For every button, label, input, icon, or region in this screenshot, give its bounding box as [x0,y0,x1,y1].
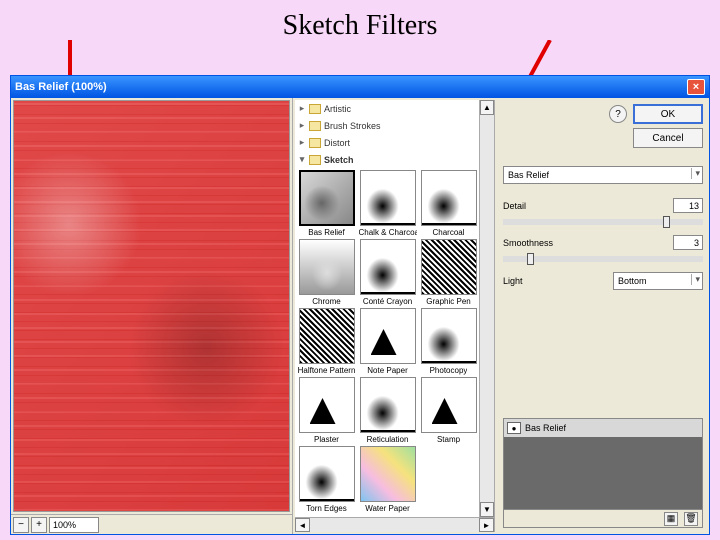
thumbnail-grid: Bas Relief Chalk & Charcoal Charcoal Chrome… [295,168,494,517]
zoom-value[interactable]: 100% [49,517,99,533]
thumb-image [299,377,355,433]
help-button[interactable]: ? [609,105,627,123]
thumb-torn-edges[interactable]: Torn Edges [297,446,356,513]
category-brush-strokes[interactable]: ▸ Brush Strokes [295,117,494,134]
folder-icon [309,155,321,165]
filter-dialog: Bas Relief (100%) × − + 100% ▸ Artistic ▸ B… [10,75,710,535]
thumb-stamp[interactable]: Stamp [419,377,478,444]
vertical-scrollbar[interactable]: ▲ ▼ [479,100,494,517]
category-distort[interactable]: ▸ Distort [295,134,494,151]
thumb-charcoal[interactable]: Charcoal [419,170,478,237]
preview-pane: − + 100% [11,98,293,534]
smoothness-input[interactable] [673,235,703,250]
thumb-bas-relief[interactable]: Bas Relief [297,170,356,237]
scroll-up-icon[interactable]: ▲ [480,100,494,115]
thumb-image [299,170,355,226]
disclosure-triangle-icon: ▾ [298,154,306,165]
thumb-image [299,446,355,502]
ok-button[interactable]: OK [633,104,703,124]
category-sketch[interactable]: ▾ Sketch [295,151,494,168]
detail-input[interactable] [673,198,703,213]
slide-title: Sketch Filters [283,10,438,42]
thumb-label: Charcoal [432,228,464,237]
thumb-label: Halftone Pattern [298,366,356,375]
thumb-image [360,239,416,295]
scroll-down-icon[interactable]: ▼ [480,502,494,517]
thumb-label: Plaster [314,435,339,444]
thumb-image [299,308,355,364]
disclosure-triangle-icon: ▸ [298,120,306,131]
category-label: Artistic [324,104,351,114]
filter-gallery: ▸ Artistic ▸ Brush Strokes ▸ Distort ▾ Sketch B… [295,100,495,532]
titlebar[interactable]: Bas Relief (100%) × [11,76,709,98]
cancel-button[interactable]: Cancel [633,128,703,148]
category-label: Brush Strokes [324,121,381,131]
zoom-bar: − + 100% [11,514,292,534]
thumb-note-paper[interactable]: Note Paper [358,308,417,375]
detail-label: Detail [503,201,667,211]
thumb-label: Torn Edges [306,504,346,513]
disclosure-triangle-icon: ▸ [298,137,306,148]
visibility-toggle-icon[interactable]: ● [507,422,521,434]
scroll-left-icon[interactable]: ◄ [295,518,310,532]
layer-name: Bas Relief [525,423,566,433]
smoothness-label: Smoothness [503,238,667,248]
folder-icon [309,121,321,131]
thumb-label: Note Paper [367,366,407,375]
thumb-halftone-pattern[interactable]: Halftone Pattern [297,308,356,375]
thumb-label: Conté Crayon [363,297,412,306]
thumb-photocopy[interactable]: Photocopy [419,308,478,375]
thumb-image [421,239,477,295]
disclosure-triangle-icon: ▸ [298,103,306,114]
thumb-image [421,170,477,226]
preview-image[interactable] [13,100,290,512]
folder-icon [309,104,321,114]
light-select[interactable]: Bottom [613,272,703,290]
thumb-label: Stamp [437,435,460,444]
thumb-image [360,377,416,433]
thumb-label: Bas Relief [308,228,344,237]
category-label: Distort [324,138,350,148]
thumb-image [421,308,477,364]
thumb-image [360,446,416,502]
thumb-label: Chalk & Charcoal [359,228,417,237]
filter-select[interactable]: Bas Relief [503,166,703,184]
layer-row[interactable]: ● Bas Relief [504,419,702,437]
thumb-image [299,239,355,295]
thumb-label: Reticulation [367,435,409,444]
thumb-image [421,377,477,433]
category-label: Sketch [324,155,354,165]
category-artistic[interactable]: ▸ Artistic [295,100,494,117]
folder-icon [309,138,321,148]
thumb-label: Photocopy [430,366,468,375]
zoom-out-button[interactable]: − [13,517,29,533]
light-label: Light [503,276,607,286]
thumb-image [360,170,416,226]
thumb-water-paper[interactable]: Water Paper [358,446,417,513]
thumb-chalk-charcoal[interactable]: Chalk & Charcoal [358,170,417,237]
zoom-in-button[interactable]: + [31,517,47,533]
scroll-right-icon[interactable]: ► [479,518,494,532]
smoothness-slider[interactable] [503,256,703,262]
thumb-reticulation[interactable]: Reticulation [358,377,417,444]
effect-layers-panel: ● Bas Relief ▦ 🗑 [503,418,703,528]
thumb-chrome[interactable]: Chrome [297,239,356,306]
thumb-cont-crayon[interactable]: Conté Crayon [358,239,417,306]
thumb-label: Chrome [312,297,340,306]
thumb-plaster[interactable]: Plaster [297,377,356,444]
close-button[interactable]: × [687,79,705,95]
thumb-image [360,308,416,364]
new-layer-icon[interactable]: ▦ [664,512,678,526]
thumb-label: Graphic Pen [426,297,470,306]
detail-slider[interactable] [503,219,703,225]
thumb-label: Water Paper [365,504,410,513]
thumb-graphic-pen[interactable]: Graphic Pen [419,239,478,306]
trash-icon[interactable]: 🗑 [684,512,698,526]
settings-pane: ? OK Cancel Bas Relief Detail Smoothness… [497,98,709,534]
window-title: Bas Relief (100%) [15,81,107,93]
horizontal-scrollbar[interactable]: ◄ ► [295,517,494,532]
